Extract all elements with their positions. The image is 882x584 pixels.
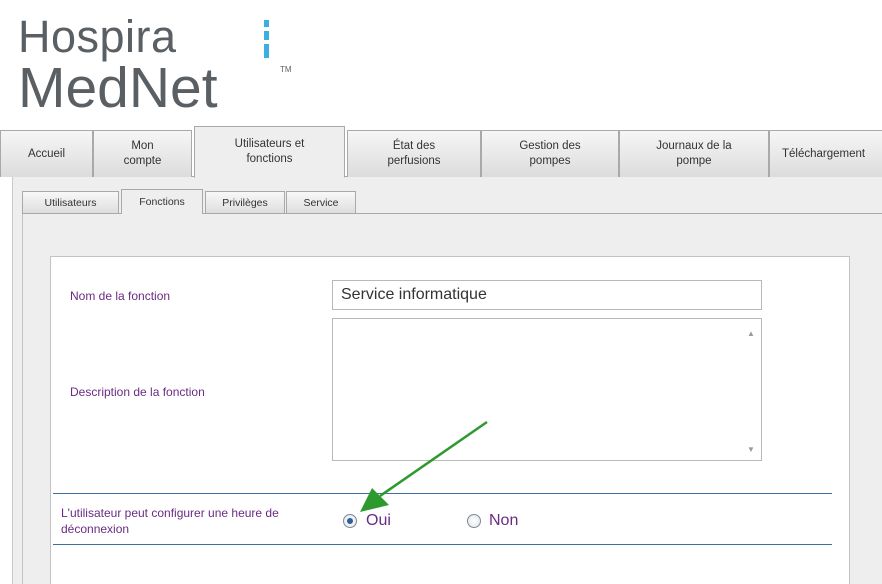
main-navigation-tabs: Accueil Mon compte Utilisateurs et fonct…	[0, 126, 882, 178]
tab-gestion-des-pompes[interactable]: Gestion des pompes	[481, 130, 619, 177]
role-description-textarea[interactable]	[333, 319, 743, 460]
logout-section-bottom-divider	[53, 544, 832, 545]
tab-journaux-de-la-pompe[interactable]: Journaux de la pompe	[619, 130, 769, 177]
logout-section-top-divider	[53, 493, 832, 494]
role-name-label: Nom de la fonction	[70, 289, 171, 303]
role-name-input[interactable]	[332, 280, 762, 310]
tab-etat-des-perfusions[interactable]: État des perfusions	[347, 130, 481, 177]
logo-line-hospira: Hospira	[18, 11, 177, 62]
role-description-field[interactable]: ▲ ▼	[332, 318, 762, 461]
tab-utilisateurs-et-fonctions[interactable]: Utilisateurs et fonctions	[194, 126, 345, 178]
scroll-up-arrow-icon[interactable]: ▲	[747, 329, 755, 339]
logo-trademark: TM	[280, 65, 292, 74]
radio-non[interactable]	[467, 514, 481, 528]
radio-oui-label[interactable]: Oui	[366, 511, 391, 531]
logo-accent-mark	[264, 20, 270, 60]
subtab-service[interactable]: Service	[286, 191, 356, 213]
tab-accueil[interactable]: Accueil	[0, 130, 93, 177]
tab-mon-compte[interactable]: Mon compte	[93, 130, 192, 177]
logout-time-label: L'utilisateur peut configurer une heure …	[61, 506, 279, 536]
tab-telechargement[interactable]: Téléchargement	[769, 130, 882, 177]
subtab-privileges[interactable]: Privilèges	[205, 191, 285, 213]
subtab-utilisateurs[interactable]: Utilisateurs	[22, 191, 119, 213]
logo-line-mednet: MedNet	[18, 56, 218, 120]
radio-oui[interactable]	[343, 514, 357, 528]
description-scrollbar[interactable]: ▲ ▼	[743, 319, 761, 460]
scroll-down-arrow-icon[interactable]: ▼	[747, 445, 755, 455]
subtab-fonctions[interactable]: Fonctions	[121, 189, 203, 214]
role-description-label: Description de la fonction	[70, 385, 205, 399]
radio-non-label[interactable]: Non	[489, 511, 518, 531]
